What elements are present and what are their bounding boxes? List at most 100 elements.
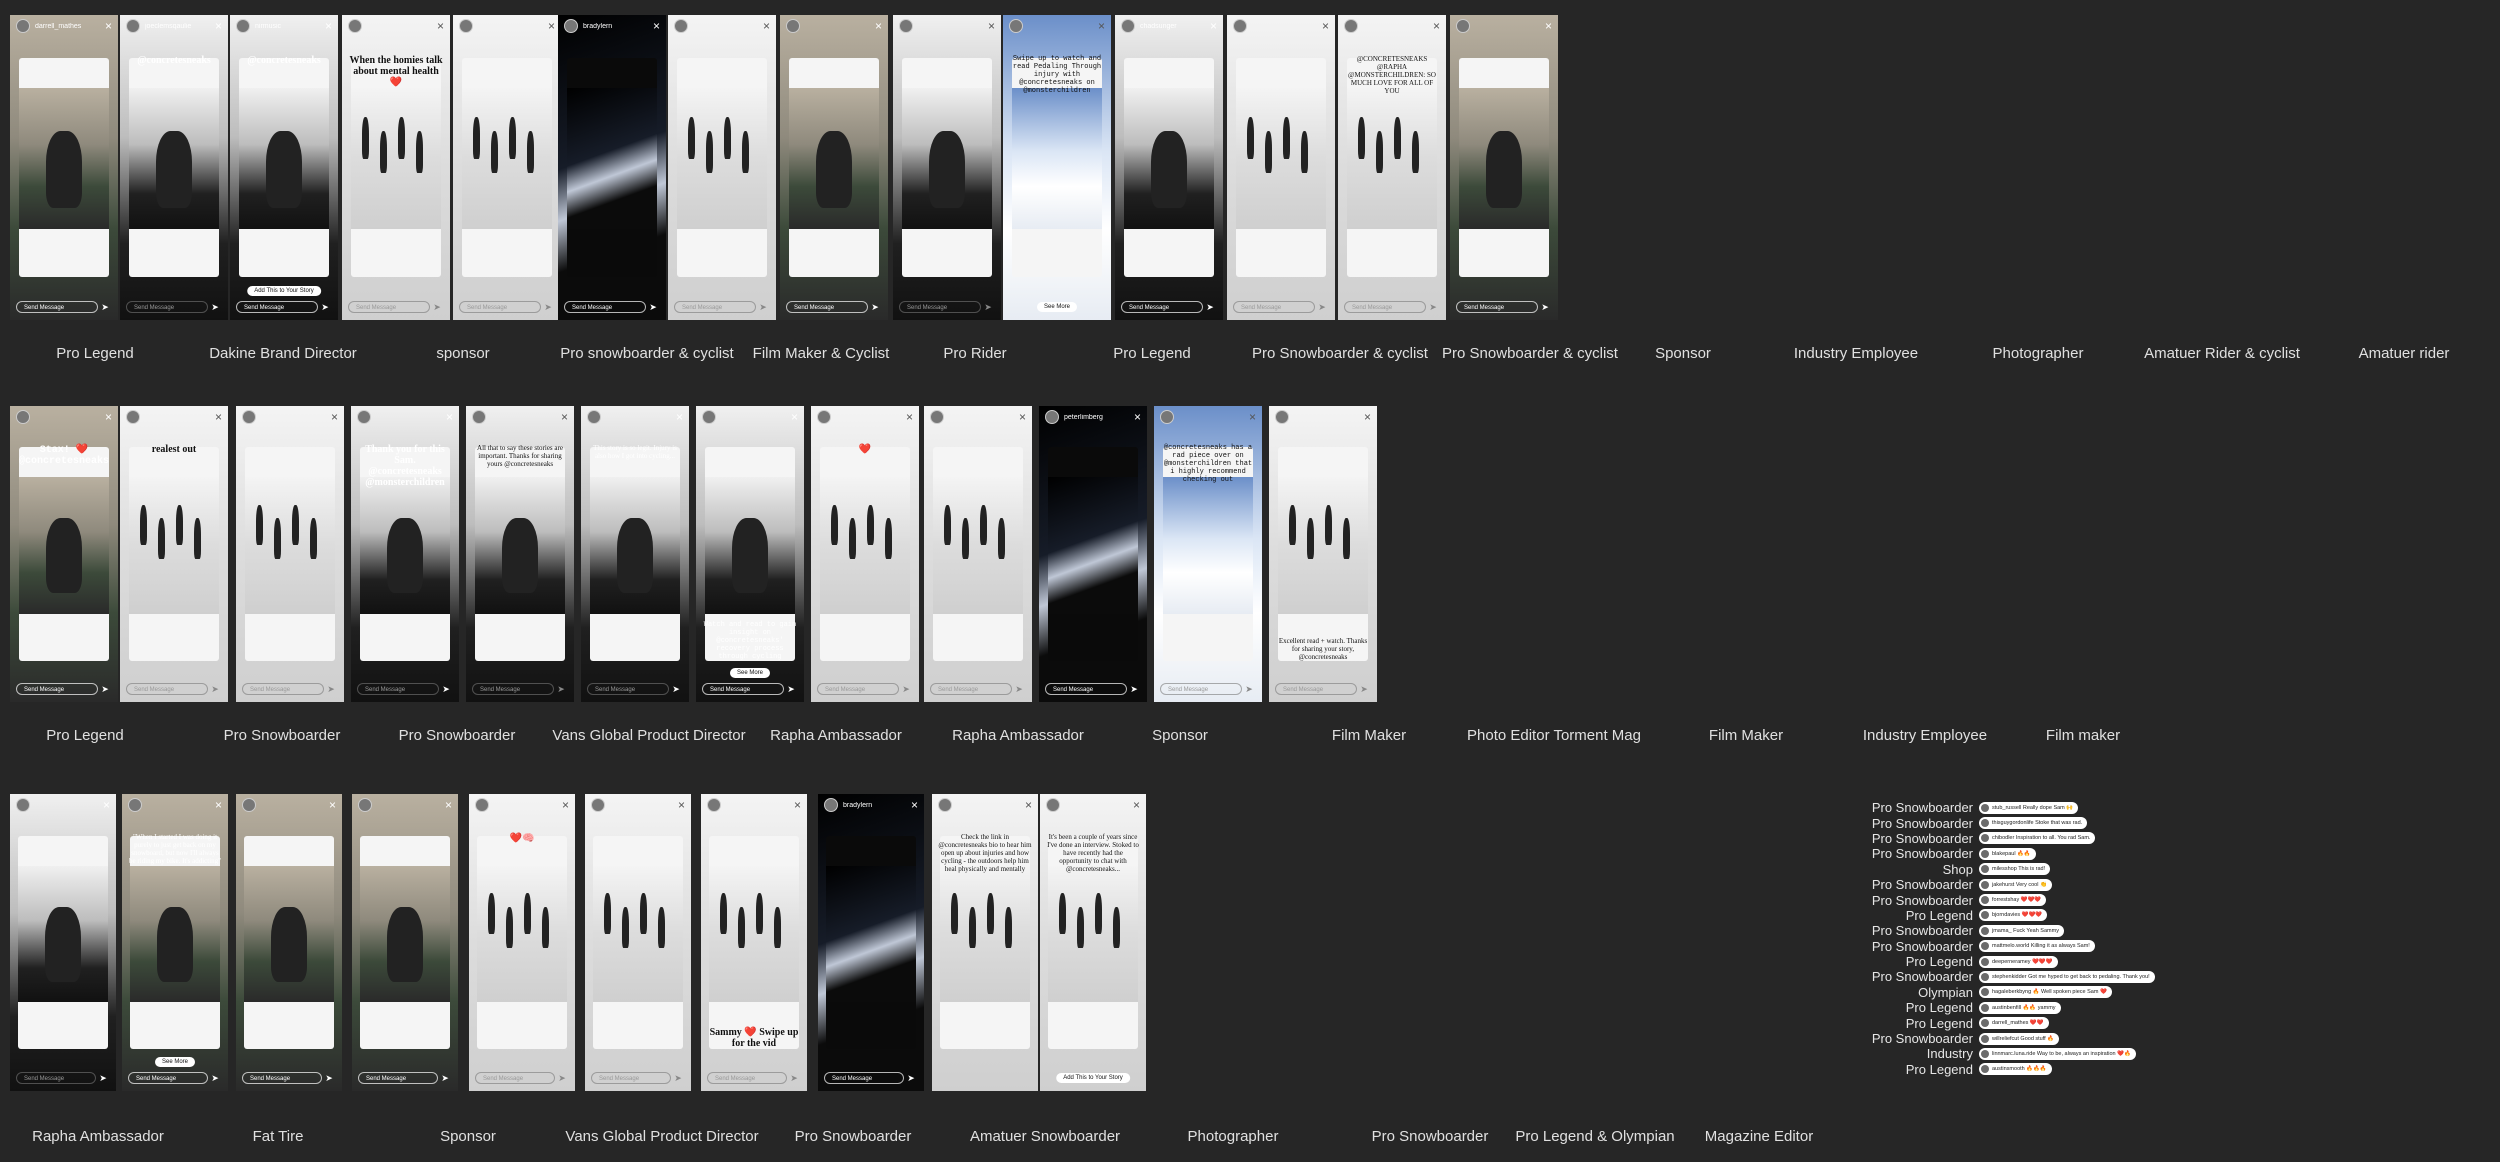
paper-plane-icon[interactable]: ➤ <box>904 1073 918 1084</box>
avatar[interactable] <box>1344 19 1358 33</box>
close-icon[interactable]: × <box>105 19 112 33</box>
avatar[interactable] <box>938 798 952 812</box>
send-message-input[interactable]: Send Message <box>591 1072 671 1084</box>
send-message-input[interactable]: Send Message <box>357 683 439 695</box>
avatar[interactable] <box>16 410 30 424</box>
avatar[interactable] <box>674 19 688 33</box>
send-message-input[interactable]: Send Message <box>1121 301 1203 313</box>
story-card[interactable]: × All that to say these stories are impor… <box>466 406 574 702</box>
send-message-input[interactable]: Send Message <box>472 683 554 695</box>
paper-plane-icon[interactable]: ➤ <box>981 302 995 313</box>
story-username[interactable]: darrell_mathes <box>35 23 81 30</box>
story-card[interactable]: × This story is so legit. Injury is also … <box>581 406 689 702</box>
send-message-input[interactable]: Send Message <box>128 1072 208 1084</box>
send-message-input[interactable]: Send Message <box>459 301 541 313</box>
story-card[interactable]: × Thank you for this Sam. @concretesneaks… <box>351 406 459 702</box>
send-message-input[interactable]: Send Message <box>16 1072 96 1084</box>
send-message-input[interactable]: Send Message <box>702 683 784 695</box>
close-icon[interactable]: × <box>446 410 453 424</box>
story-card[interactable]: × Send Message ➤ <box>453 15 561 320</box>
story-card[interactable]: nirmusic × @concretesneaks Add This to Your… <box>230 15 338 320</box>
story-card[interactable]: × Excellent read + watch. Thanks for shar… <box>1269 406 1377 702</box>
story-card[interactable]: bradylern × Send Message ➤ <box>818 794 924 1091</box>
close-icon[interactable]: × <box>678 798 685 812</box>
close-icon[interactable]: × <box>562 798 569 812</box>
avatar[interactable] <box>242 798 256 812</box>
close-icon[interactable]: × <box>653 19 660 33</box>
story-card[interactable]: × Check the link in @concretesneaks bio t… <box>932 794 1038 1091</box>
paper-plane-icon[interactable]: ➤ <box>322 1073 336 1084</box>
close-icon[interactable]: × <box>561 410 568 424</box>
avatar[interactable] <box>126 410 140 424</box>
story-card[interactable]: joeclemsqaulie × @concretesneaks Send Messa… <box>120 15 228 320</box>
story-card[interactable]: × Stax! ❤️ @concretesneaks Send Message ➤ <box>10 406 118 702</box>
close-icon[interactable]: × <box>329 798 336 812</box>
story-action-button[interactable]: Add This to Your Story <box>247 286 321 296</box>
close-icon[interactable]: × <box>215 19 222 33</box>
send-message-input[interactable]: Send Message <box>126 301 208 313</box>
paper-plane-icon[interactable]: ➤ <box>1315 302 1329 313</box>
send-message-input[interactable]: Send Message <box>786 301 868 313</box>
avatar[interactable] <box>1456 19 1470 33</box>
avatar[interactable] <box>1045 410 1059 424</box>
close-icon[interactable]: × <box>1133 798 1140 812</box>
paper-plane-icon[interactable]: ➤ <box>98 302 112 313</box>
paper-plane-icon[interactable]: ➤ <box>646 302 660 313</box>
close-icon[interactable]: × <box>1364 410 1371 424</box>
avatar[interactable] <box>358 798 372 812</box>
send-message-input[interactable]: Send Message <box>16 301 98 313</box>
paper-plane-icon[interactable]: ➤ <box>669 684 683 695</box>
avatar[interactable] <box>1046 798 1060 812</box>
paper-plane-icon[interactable]: ➤ <box>555 1073 569 1084</box>
paper-plane-icon[interactable]: ➤ <box>784 684 798 695</box>
story-card[interactable]: × @CONCRETESNEAKS @RAPHA @MONSTERCHILDREN… <box>1338 15 1446 320</box>
avatar[interactable] <box>587 410 601 424</box>
story-card[interactable]: × ❤️🧠 Send Message ➤ <box>469 794 575 1091</box>
close-icon[interactable]: × <box>676 410 683 424</box>
avatar[interactable] <box>236 19 250 33</box>
story-username[interactable]: peterlimberg <box>1064 414 1103 421</box>
send-message-input[interactable]: Send Message <box>242 1072 322 1084</box>
story-card[interactable]: × Send Message ➤ <box>1450 15 1558 320</box>
story-card[interactable]: × Send Message ➤ <box>924 406 1032 702</box>
paper-plane-icon[interactable]: ➤ <box>1426 302 1440 313</box>
story-card[interactable]: × "When I started I was doing it purely t… <box>122 794 228 1091</box>
story-card[interactable]: bradylern × Send Message ➤ <box>558 15 666 320</box>
story-card[interactable]: × Send Message ➤ <box>668 15 776 320</box>
send-message-input[interactable]: Send Message <box>587 683 669 695</box>
paper-plane-icon[interactable]: ➤ <box>1242 684 1256 695</box>
send-message-input[interactable]: Send Message <box>707 1072 787 1084</box>
paper-plane-icon[interactable]: ➤ <box>208 302 222 313</box>
paper-plane-icon[interactable]: ➤ <box>430 302 444 313</box>
story-card[interactable]: × Send Message ➤ <box>236 406 344 702</box>
close-icon[interactable]: × <box>794 798 801 812</box>
close-icon[interactable]: × <box>1134 410 1141 424</box>
story-action-button[interactable]: See More <box>1036 302 1078 312</box>
paper-plane-icon[interactable]: ➤ <box>438 1073 452 1084</box>
story-card[interactable]: × Send Message ➤ <box>236 794 342 1091</box>
paper-plane-icon[interactable]: ➤ <box>96 1073 110 1084</box>
story-card[interactable]: × When the homies talk about mental healt… <box>342 15 450 320</box>
send-message-input[interactable]: Send Message <box>1344 301 1426 313</box>
paper-plane-icon[interactable]: ➤ <box>1127 684 1141 695</box>
close-icon[interactable]: × <box>1025 798 1032 812</box>
paper-plane-icon[interactable]: ➤ <box>756 302 770 313</box>
paper-plane-icon[interactable]: ➤ <box>554 684 568 695</box>
avatar[interactable] <box>128 798 142 812</box>
paper-plane-icon[interactable]: ➤ <box>318 302 332 313</box>
send-message-input[interactable]: Send Message <box>1045 683 1127 695</box>
avatar[interactable] <box>1121 19 1135 33</box>
story-card[interactable]: chadsunger × Send Message ➤ <box>1115 15 1223 320</box>
paper-plane-icon[interactable]: ➤ <box>98 684 112 695</box>
close-icon[interactable]: × <box>1019 410 1026 424</box>
paper-plane-icon[interactable]: ➤ <box>1203 302 1217 313</box>
story-card[interactable]: × Sammy ❤️ Swipe up for the vid Send Messa… <box>701 794 807 1091</box>
avatar[interactable] <box>591 798 605 812</box>
send-message-input[interactable]: Send Message <box>475 1072 555 1084</box>
avatar[interactable] <box>1160 410 1174 424</box>
send-message-input[interactable]: Send Message <box>817 683 899 695</box>
story-username[interactable]: bradylern <box>843 802 872 809</box>
paper-plane-icon[interactable]: ➤ <box>541 302 555 313</box>
close-icon[interactable]: × <box>105 410 112 424</box>
paper-plane-icon[interactable]: ➤ <box>1012 684 1026 695</box>
